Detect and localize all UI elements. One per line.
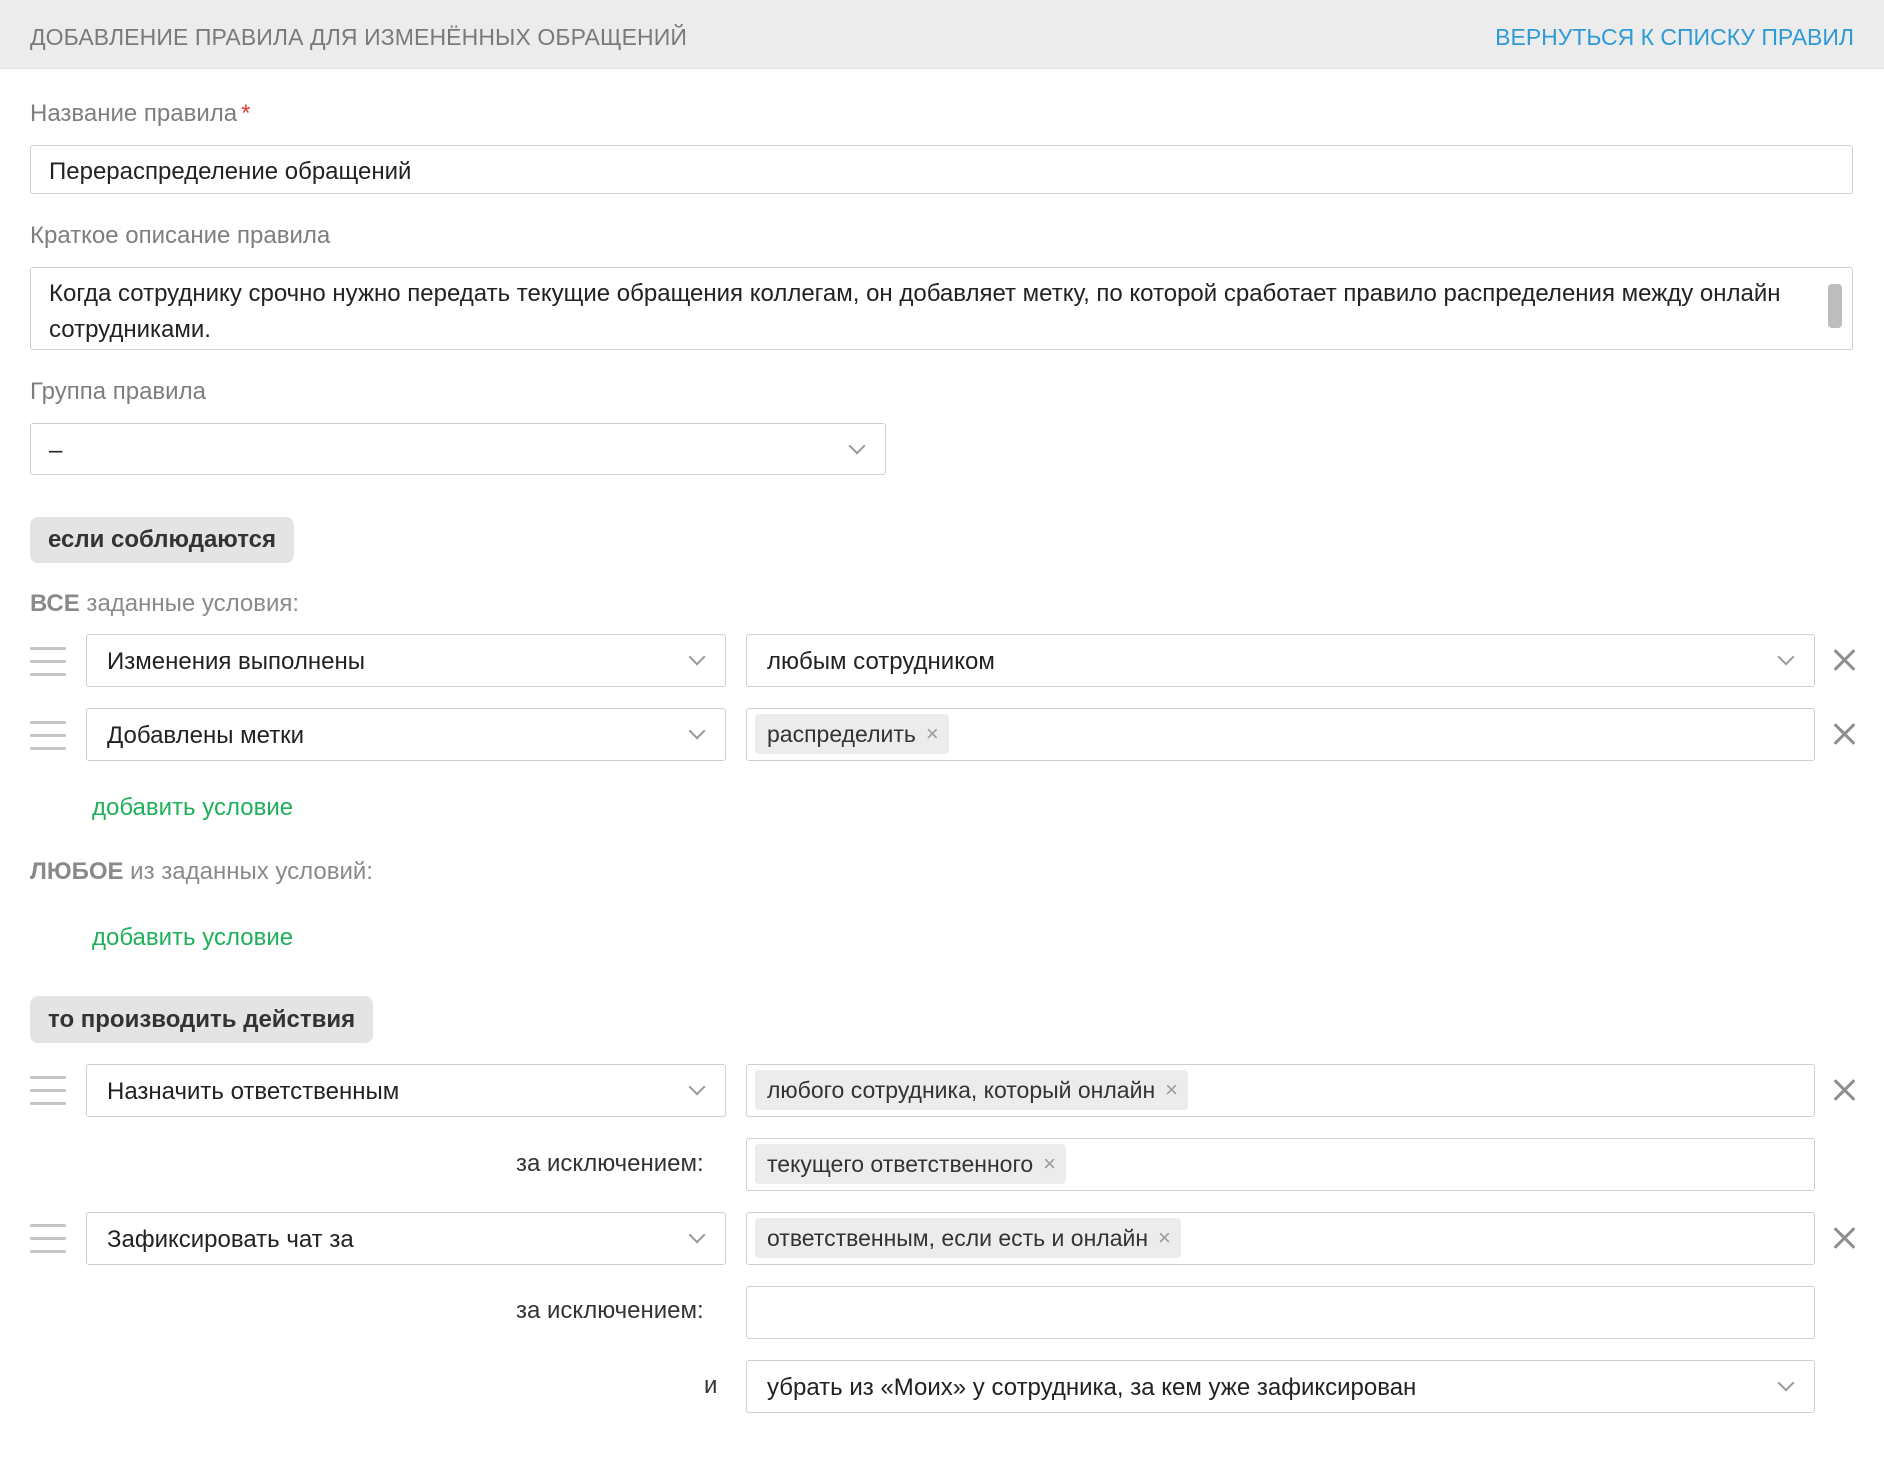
conditions-pill: если соблюдаются bbox=[30, 517, 294, 563]
close-icon[interactable] bbox=[1830, 1224, 1858, 1252]
chevron-down-icon bbox=[1777, 648, 1795, 666]
rule-name-value: Перераспределение обращений bbox=[49, 158, 412, 185]
tag-remove-icon[interactable]: × bbox=[926, 721, 939, 747]
rule-description-textarea[interactable]: Когда сотруднику срочно нужно передать т… bbox=[30, 267, 1853, 350]
add-condition-link[interactable]: добавить условие bbox=[92, 924, 293, 952]
close-icon[interactable] bbox=[1830, 646, 1858, 674]
action-field-select[interactable]: Назначить ответственным bbox=[86, 1064, 726, 1117]
chevron-down-icon bbox=[688, 1226, 706, 1244]
except-label: за исключением: bbox=[516, 1297, 704, 1324]
page-title: ДОБАВЛЕНИЕ ПРАВИЛА ДЛЯ ИЗМЕНЁННЫХ ОБРАЩЕ… bbox=[30, 24, 688, 50]
drag-handle-icon[interactable] bbox=[30, 1076, 66, 1106]
all-conditions-bold: ВСЕ bbox=[30, 590, 80, 617]
tag-remove-icon[interactable]: × bbox=[1043, 1151, 1056, 1177]
action-field-value: Зафиксировать чат за bbox=[107, 1226, 354, 1253]
and-action-select[interactable]: убрать из «Моих» у сотрудника, за кем уж… bbox=[746, 1360, 1815, 1413]
tag-chip: текущего ответственного × bbox=[755, 1144, 1067, 1184]
action-tags-input[interactable]: любого сотрудника, который онлайн × bbox=[746, 1064, 1815, 1117]
drag-handle-icon[interactable] bbox=[30, 647, 66, 677]
back-to-rules-link[interactable]: ВЕРНУТЬСЯ К СПИСКУ ПРАВИЛ bbox=[1495, 24, 1854, 51]
rule-group-select[interactable]: – bbox=[30, 423, 886, 475]
required-mark: * bbox=[241, 100, 251, 127]
close-icon[interactable] bbox=[1830, 720, 1858, 748]
condition-value-select[interactable]: любым сотрудником bbox=[746, 634, 1815, 687]
rule-group-label: Группа правила bbox=[30, 378, 206, 405]
tag-remove-icon[interactable]: × bbox=[1165, 1077, 1178, 1103]
close-icon[interactable] bbox=[1830, 1076, 1858, 1104]
except-tags-input[interactable] bbox=[746, 1286, 1815, 1339]
and-label: и bbox=[704, 1372, 718, 1399]
action-field-select[interactable]: Зафиксировать чат за bbox=[86, 1212, 726, 1265]
any-conditions-bold: ЛЮБОЕ bbox=[30, 858, 124, 885]
tag-label: любого сотрудника, который онлайн bbox=[767, 1076, 1156, 1103]
drag-handle-icon[interactable] bbox=[30, 721, 66, 751]
tag-chip: любого сотрудника, который онлайн × bbox=[755, 1070, 1189, 1110]
rule-description-label: Краткое описание правила bbox=[30, 222, 331, 249]
chevron-down-icon bbox=[848, 437, 866, 455]
chevron-down-icon bbox=[688, 1078, 706, 1096]
condition-field-value: Изменения выполнены bbox=[107, 648, 365, 675]
all-conditions-rest: заданные условия: bbox=[79, 590, 300, 617]
tag-chip: распределить × bbox=[755, 714, 949, 754]
except-label: за исключением: bbox=[516, 1150, 704, 1177]
action-tags-input[interactable]: ответственным, если есть и онлайн × bbox=[746, 1212, 1815, 1265]
chevron-down-icon bbox=[688, 648, 706, 666]
rule-name-input[interactable]: Перераспределение обращений bbox=[30, 145, 1853, 194]
all-conditions-label: ВСЕ заданные условия: bbox=[30, 590, 299, 618]
chevron-down-icon bbox=[688, 722, 706, 740]
page-header: ДОБАВЛЕНИЕ ПРАВИЛА ДЛЯ ИЗМЕНЁННЫХ ОБРАЩЕ… bbox=[0, 0, 1884, 69]
rule-name-label: Название правила * bbox=[30, 100, 250, 128]
rule-description-value: Когда сотруднику срочно нужно передать т… bbox=[49, 280, 1781, 343]
actions-pill: то производить действия bbox=[30, 996, 374, 1043]
condition-field-select[interactable]: Изменения выполнены bbox=[86, 634, 726, 687]
except-tags-input[interactable]: текущего ответственного × bbox=[746, 1138, 1815, 1191]
condition-tags-input[interactable]: распределить × bbox=[746, 708, 1815, 761]
tag-chip: ответственным, если есть и онлайн × bbox=[755, 1218, 1181, 1258]
rule-group-value: – bbox=[49, 437, 63, 464]
textarea-scrollbar[interactable] bbox=[1828, 284, 1842, 328]
tag-label: текущего ответственного bbox=[767, 1150, 1034, 1177]
any-conditions-label: ЛЮБОЕ из заданных условий: bbox=[30, 858, 373, 886]
and-action-value: убрать из «Моих» у сотрудника, за кем уж… bbox=[767, 1374, 1417, 1401]
chevron-down-icon bbox=[1777, 1374, 1795, 1392]
add-condition-link[interactable]: добавить условие bbox=[92, 794, 293, 822]
tag-label: распределить bbox=[767, 720, 916, 747]
condition-value: любым сотрудником bbox=[767, 648, 995, 675]
tag-label: ответственным, если есть и онлайн bbox=[767, 1224, 1149, 1251]
drag-handle-icon[interactable] bbox=[30, 1224, 66, 1254]
tag-remove-icon[interactable]: × bbox=[1158, 1225, 1171, 1251]
action-field-value: Назначить ответственным bbox=[107, 1078, 400, 1105]
rule-name-label-text: Название правила bbox=[30, 100, 238, 127]
any-conditions-rest: из заданных условий: bbox=[123, 858, 373, 885]
condition-field-value: Добавлены метки bbox=[107, 722, 305, 749]
condition-field-select[interactable]: Добавлены метки bbox=[86, 708, 726, 761]
